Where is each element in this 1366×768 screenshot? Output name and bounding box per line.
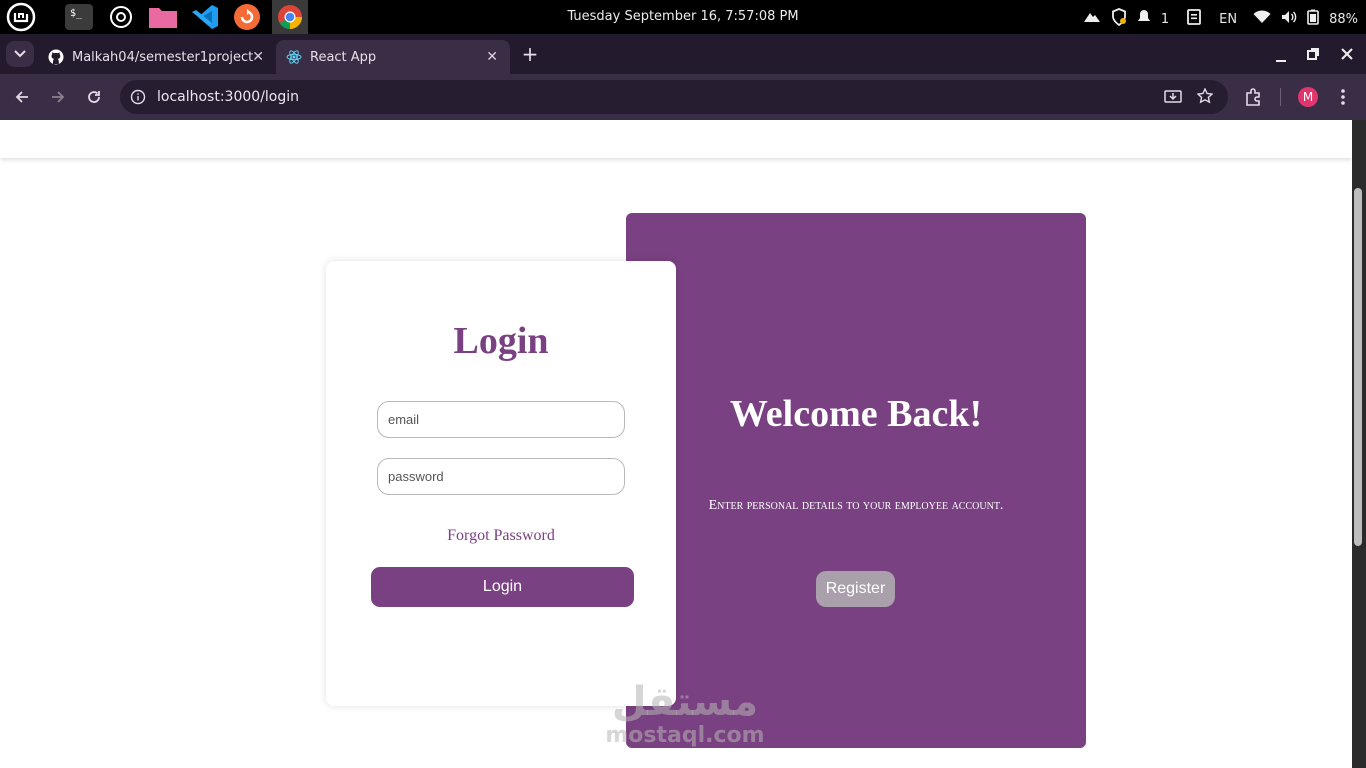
tab-search-button[interactable] [6, 41, 34, 67]
email-input[interactable] [377, 401, 625, 438]
tab-react-app-label: React App [310, 49, 377, 65]
notification-bell-icon[interactable] [1137, 9, 1151, 29]
github-icon [48, 49, 64, 65]
site-info-icon[interactable] [130, 89, 146, 105]
chevron-down-icon [14, 50, 26, 58]
tab-react-app[interactable]: React App ✕ [276, 40, 510, 74]
terminal-icon[interactable]: $_ [64, 3, 94, 31]
system-tray: 1 EN 88% [1083, 8, 1358, 30]
maximize-icon[interactable] [1306, 46, 1320, 60]
browser-toolbar: localhost:3000/login M [0, 74, 1366, 120]
chrome-icon[interactable] [272, 0, 308, 34]
install-app-icon[interactable] [1164, 89, 1182, 109]
scrollbar-thumb[interactable] [1354, 188, 1362, 546]
login-button[interactable]: Login [371, 567, 634, 607]
volume-icon[interactable] [1281, 10, 1297, 28]
login-card: Login Forgot Password Login [326, 261, 676, 706]
login-title: Login [453, 320, 549, 362]
tab-github[interactable]: Malkah04/semester1project ✕ [38, 40, 276, 74]
window-close-icon[interactable] [1340, 46, 1354, 60]
mint-menu-icon[interactable] [6, 2, 36, 32]
svg-text:$_: $_ [70, 8, 83, 19]
battery-percent: 88% [1329, 11, 1358, 27]
new-tab-plus-icon[interactable]: + [520, 44, 540, 64]
profile-avatar[interactable]: M [1298, 87, 1318, 107]
shield-update-icon[interactable] [1111, 8, 1127, 30]
close-icon[interactable]: ✕ [252, 49, 264, 65]
watermark-arabic: مستقل [611, 679, 759, 725]
web-page: Login Forgot Password Login Welcome Back… [0, 120, 1352, 768]
page-header-strip [0, 120, 1352, 158]
tab-github-label: Malkah04/semester1project [72, 49, 254, 65]
keyboard-layout-label[interactable]: EN [1219, 12, 1237, 27]
battery-icon[interactable] [1307, 9, 1319, 29]
welcome-subtitle: Enter personal details to your employee … [708, 498, 1004, 513]
react-icon [286, 49, 302, 65]
vscode-icon[interactable] [190, 3, 220, 31]
toolbar-divider [1280, 88, 1281, 106]
cloud-sync-icon[interactable] [1083, 10, 1101, 28]
notification-count: 1 [1160, 11, 1170, 27]
url-text[interactable]: localhost:3000/login [157, 89, 299, 105]
forgot-password-link[interactable]: Forgot Password [326, 527, 676, 545]
password-input[interactable] [377, 458, 625, 495]
reload-icon[interactable] [84, 87, 104, 107]
welcome-title: Welcome Back! [729, 393, 983, 435]
close-icon[interactable]: ✕ [486, 49, 498, 65]
welcome-panel [626, 213, 1086, 748]
back-arrow-icon[interactable] [12, 87, 32, 107]
extensions-puzzle-icon[interactable] [1244, 87, 1264, 111]
clipboard-icon[interactable] [1187, 9, 1202, 29]
url-bar[interactable]: localhost:3000/login [120, 80, 1228, 114]
forward-arrow-icon[interactable] [48, 87, 68, 107]
mostaql-watermark: مستقل mostaql.com [600, 680, 770, 748]
os-top-panel: $_ Tuesday September 16, 7:57:08 PM 1 EN… [0, 0, 1366, 34]
bookmark-star-icon[interactable] [1196, 87, 1214, 108]
minimize-icon[interactable] [1274, 48, 1288, 62]
watermark-latin: mostaql.com [605, 723, 765, 748]
wifi-icon[interactable] [1253, 10, 1271, 28]
more-menu-icon[interactable] [1336, 87, 1350, 111]
postman-icon[interactable] [232, 3, 262, 31]
register-button[interactable]: Register [816, 571, 895, 607]
chatgpt-icon[interactable] [106, 3, 136, 31]
files-folder-icon[interactable] [148, 3, 178, 31]
browser-tab-bar: Malkah04/semester1project ✕ React App ✕ … [0, 34, 1366, 74]
